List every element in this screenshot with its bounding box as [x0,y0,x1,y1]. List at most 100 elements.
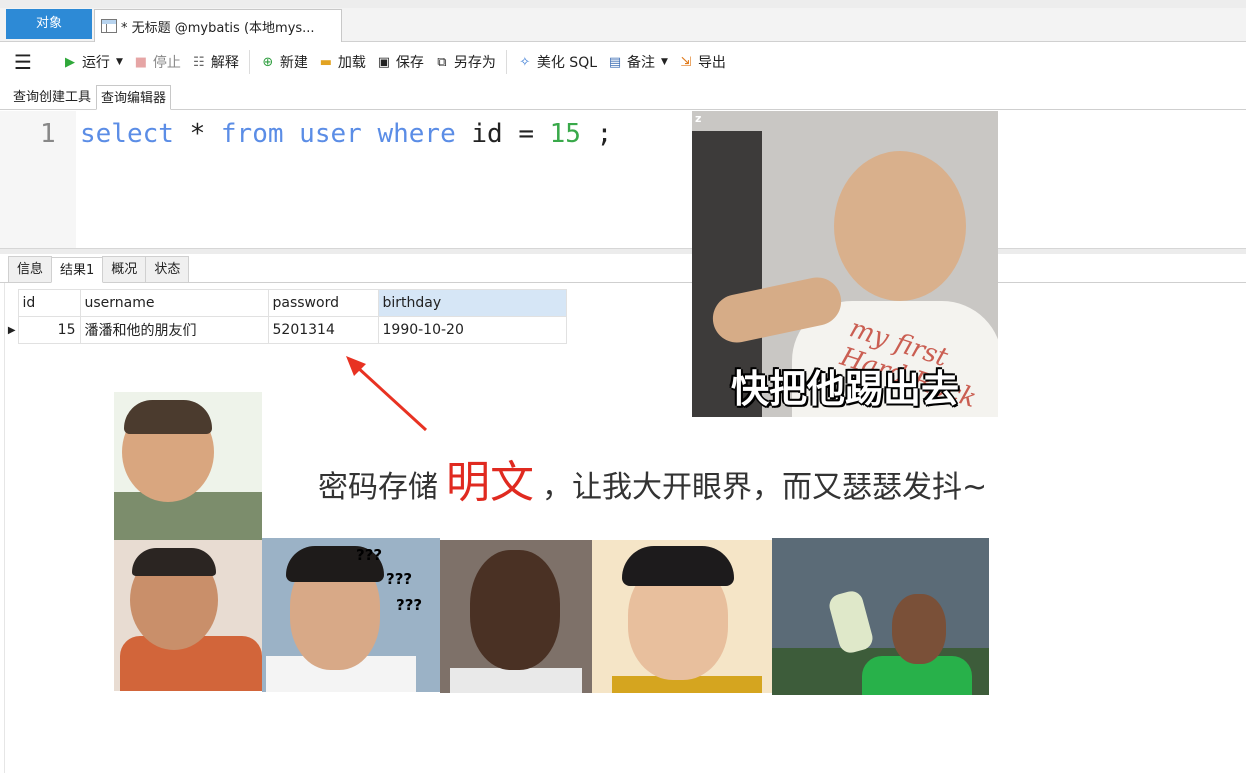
meme-eyes-closed-man [592,540,772,693]
stop-icon: ■ [134,54,147,70]
load-button[interactable]: ▬ 加载 [318,48,366,76]
tab-query-builder[interactable]: 查询创建工具 [8,84,96,109]
result-tabs: 信息 结果1 概况 状态 [0,254,1246,283]
meme-clothing [114,492,262,540]
explain-label: 解释 [210,55,239,71]
sql-code-line[interactable]: select * from user where id = 15 ; [80,119,612,149]
beautify-label: 美化 SQL [536,55,598,71]
export-icon: ⇲ [680,54,692,70]
cell-password[interactable]: 5201314 [267,316,379,344]
line-number: 1 [40,119,56,149]
meme-face [470,550,560,670]
magic-wand-icon: ✧ [519,54,531,70]
meme-caption: 快把他踢出去 [730,367,959,411]
token-number: 15 [549,119,581,149]
explain-icon: ☷ [193,54,205,70]
export-label: 导出 [697,55,726,71]
sql-editor[interactable]: 1 select * from user where id = 15 ; [0,111,1246,248]
save-as-icon: ⧉ [437,54,447,70]
meme-kick-him-out: my first Hard Rock z 快把他踢出去 [692,111,998,417]
explain-button[interactable]: ☷ 解释 [191,48,239,76]
hamburger-icon: ☰ [14,50,32,74]
column-header-username[interactable]: username [79,289,269,317]
table-name: user [299,119,362,149]
meme-goalkeeper-thumb [772,538,989,695]
save-icon: ▣ [377,54,390,70]
annotation-before: 密码存储 [318,470,438,505]
new-button[interactable]: ⊕ 新建 [260,48,308,76]
chevron-down-icon[interactable]: ▼ [116,57,123,67]
menu-button[interactable]: ☰ [14,48,32,76]
meme-child-head [834,151,966,301]
new-label: 新建 [279,55,308,71]
export-button[interactable]: ⇲ 导出 [678,48,726,76]
folder-icon: ▬ [319,54,332,70]
play-icon: ▶ [64,54,75,70]
tab-query-editor[interactable]: 查询编辑器 [96,85,172,110]
token-star: * [173,119,221,149]
red-arrow-icon [346,356,428,432]
keyword-where: where [377,119,456,149]
chevron-down-icon[interactable]: ▼ [661,57,668,67]
line-gutter: 1 [0,111,76,248]
keyword-select: select [80,119,174,149]
cell-username[interactable]: 潘潘和他的朋友们 [79,316,269,344]
comment-button[interactable]: ▤ 备注 ▼ [607,48,668,76]
toolbar-divider [248,50,250,74]
result-grid: id username password birthday ▶ 15 潘潘和他的… [6,289,567,344]
stop-button[interactable]: ■ 停止 [133,48,181,76]
meme-hair [132,548,216,576]
toolbar: ☰ ▶ 运行 ▼ ■ 停止 ☷ 解释 ⊕ 新建 ▬ 加载 ▣ 保存 ⧉ 另存为 … [0,42,1246,82]
column-header-password[interactable]: password [267,289,379,317]
tab-info[interactable]: 信息 [8,256,53,282]
row-indicator-header [6,289,18,317]
tab-query-label: * 无标题 @mybatis (本地mys... [121,20,315,36]
stop-label: 停止 [152,55,181,71]
token-end: ; [580,119,613,149]
navicat-window: 对象 * 无标题 @mybatis (本地mys... ☰ ▶ 运行 ▼ ■ 停… [0,0,1246,773]
annotation-after: ，让我大开眼界，而又瑟瑟发抖~ [542,470,988,505]
load-label: 加载 [337,55,366,71]
token-condition: id = [455,119,550,149]
keyword-from: from [220,119,284,149]
meme-hair [622,546,734,586]
meme-face [892,594,946,664]
question-marks: ??? [386,570,413,588]
tab-query-untitled[interactable]: * 无标题 @mybatis (本地mys... [94,9,342,42]
document-icon: ▤ [608,54,622,70]
table-row[interactable]: ▶ 15 潘潘和他的朋友们 5201314 1990-10-20 [6,316,567,344]
cell-birthday[interactable]: 1990-10-20 [377,316,567,344]
current-row-arrow-icon: ▶ [7,324,16,336]
tab-result1[interactable]: 结果1 [51,257,104,283]
meme-corner-mark: z [695,112,702,125]
run-button[interactable]: ▶ 运行 ▼ [62,48,123,76]
grid-header-row: id username password birthday [6,289,567,317]
toolbar-divider [505,50,507,74]
comment-label: 备注 [627,55,656,71]
beautify-sql-button[interactable]: ✧ 美化 SQL [517,48,597,76]
meme-confused-man: ??? ??? ??? [262,538,440,692]
tab-status[interactable]: 状态 [145,256,190,282]
query-table-icon [101,19,117,33]
column-header-birthday[interactable]: birthday [377,289,567,317]
title-strip [0,0,1246,8]
meme-clothing [450,668,582,693]
meme-frowning-child [114,540,262,691]
column-header-id[interactable]: id [17,289,81,317]
tab-profile[interactable]: 概况 [102,256,147,282]
question-marks: ??? [396,596,423,614]
save-as-label: 另存为 [453,55,496,71]
save-as-button[interactable]: ⧉ 另存为 [434,48,496,76]
run-label: 运行 [81,55,110,71]
cell-id[interactable]: 15 [17,316,81,344]
annotation-highlight: 明文 [446,457,534,508]
question-marks: ??? [356,546,383,564]
left-border [0,283,5,773]
save-button[interactable]: ▣ 保存 [376,48,424,76]
save-label: 保存 [395,55,424,71]
tab-objects[interactable]: 对象 [6,9,92,39]
top-tab-bar: 对象 * 无标题 @mybatis (本地mys... [0,0,1246,42]
new-query-icon: ⊕ [262,54,274,70]
editor-mode-tabs: 查询创建工具 查询编辑器 [0,82,1246,110]
meme-smiling-child [114,392,262,540]
